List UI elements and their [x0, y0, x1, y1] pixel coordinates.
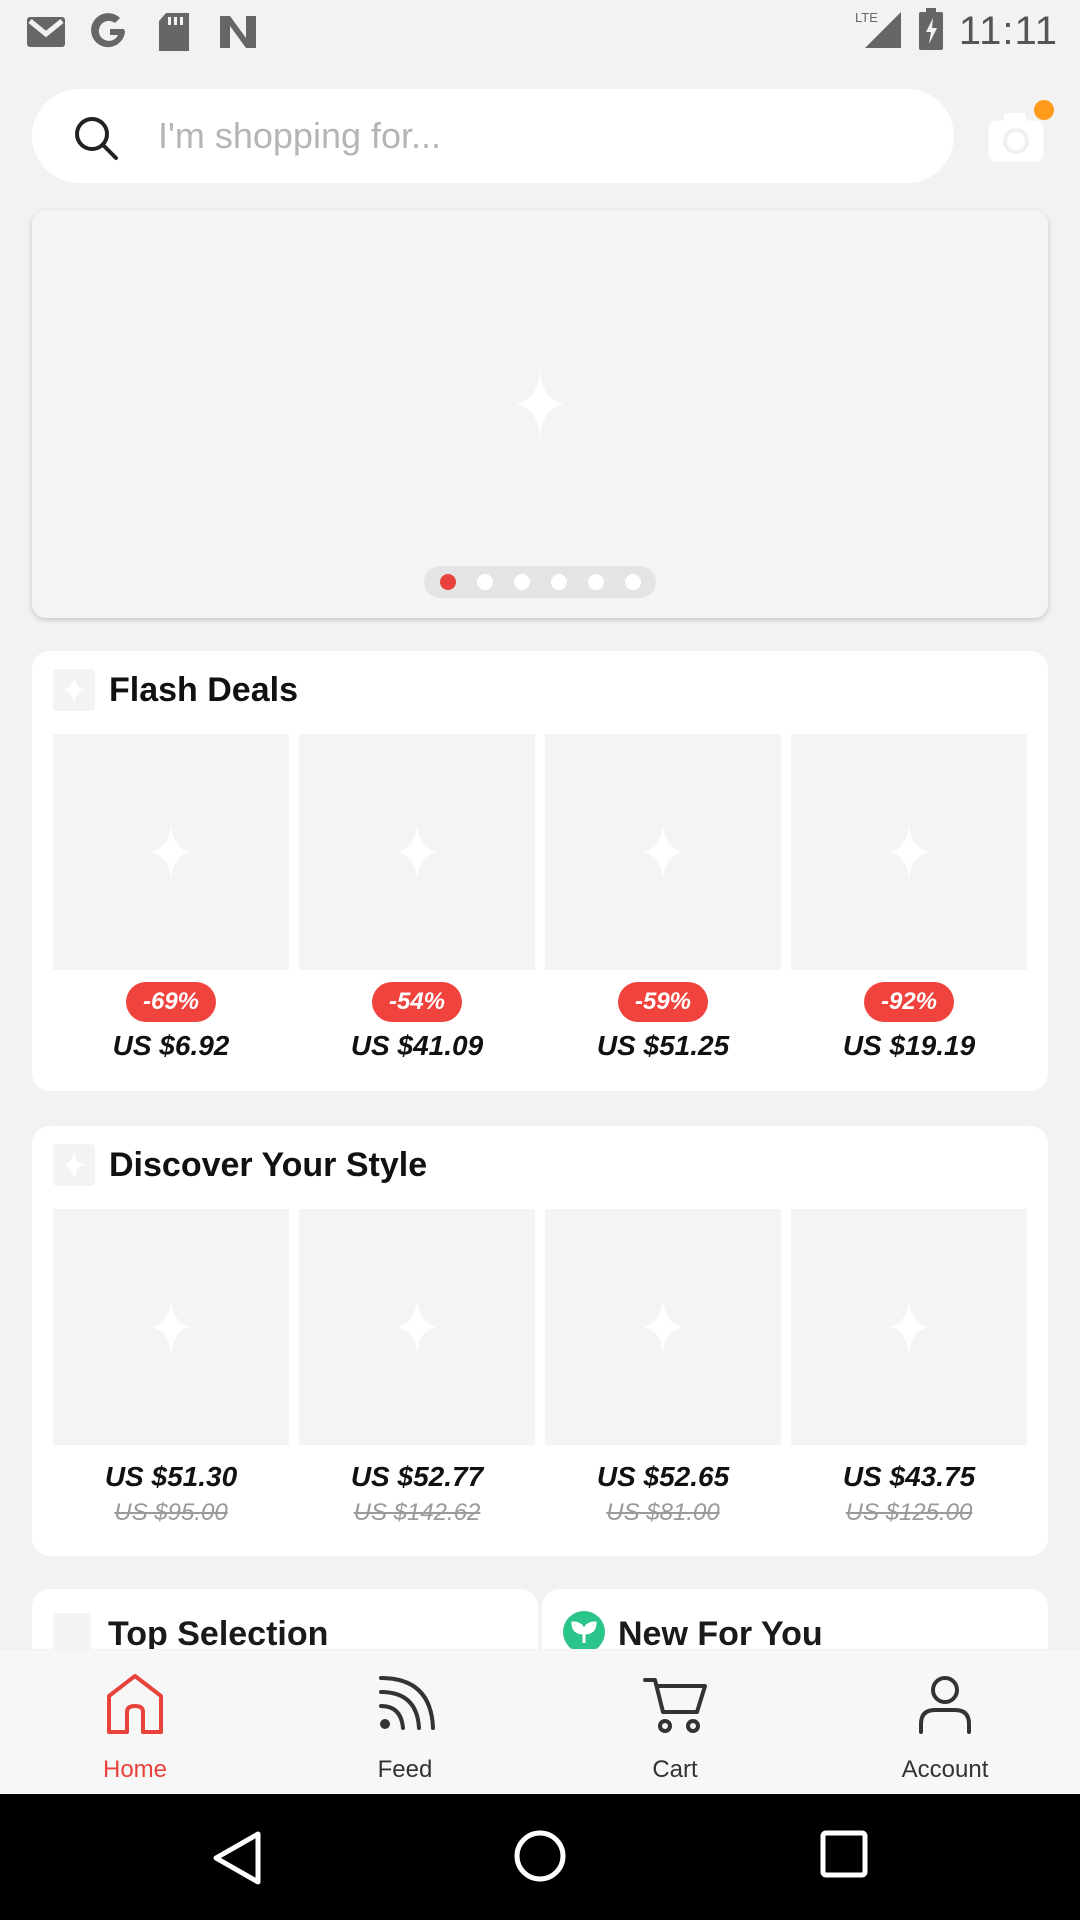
- clock: 11:11: [958, 9, 1058, 53]
- n-app-icon: [218, 12, 258, 52]
- flash-deal-item[interactable]: -54% US $41.09: [299, 734, 535, 1062]
- flash-deals-icon: [53, 669, 95, 711]
- original-price: US $142.62: [353, 1499, 481, 1526]
- discover-style-card: Discover Your Style US $51.30 US $95.00 …: [32, 1126, 1048, 1556]
- nav-account[interactable]: Account: [810, 1650, 1080, 1794]
- discount-badge: -54%: [371, 982, 463, 1022]
- notification-dot: [1034, 100, 1054, 120]
- discover-item[interactable]: US $43.75 US $125.00: [791, 1209, 1027, 1527]
- discover-item[interactable]: US $52.77 US $142.62: [299, 1209, 535, 1527]
- leaf-icon: [563, 1611, 605, 1649]
- discount-badge: -69%: [125, 982, 217, 1022]
- discount-badge: -92%: [863, 982, 955, 1022]
- flash-deals-card: Flash Deals -69% US $6.92 -54% US $41.09…: [32, 651, 1048, 1091]
- camera-icon: [987, 113, 1045, 163]
- bottom-navigation: Home Feed Cart Account: [0, 1650, 1080, 1794]
- page-dot[interactable]: [587, 574, 604, 590]
- promo-banner[interactable]: [32, 210, 1048, 618]
- top-selection-icon: [53, 1613, 91, 1649]
- account-icon: [919, 1676, 971, 1734]
- home-circle-icon[interactable]: [512, 1828, 568, 1884]
- product-image: [791, 734, 1027, 970]
- section-title[interactable]: Discover Your Style: [109, 1146, 427, 1185]
- product-price: US $6.92: [112, 1030, 230, 1061]
- search-input[interactable]: I'm shopping for...: [158, 115, 441, 157]
- page-dot[interactable]: [476, 574, 493, 590]
- feed-icon: [379, 1676, 435, 1730]
- status-bar: LTE 11:11: [0, 0, 1080, 63]
- section-title: Top Selection: [108, 1615, 329, 1649]
- nav-cart[interactable]: Cart: [540, 1650, 810, 1794]
- back-icon[interactable]: [210, 1830, 262, 1886]
- nav-label: Cart: [652, 1756, 698, 1783]
- banner-pagination: [424, 566, 656, 598]
- camera-search-button[interactable]: [986, 100, 1054, 164]
- flash-deal-item[interactable]: -59% US $51.25: [545, 734, 781, 1062]
- discount-badge: -59%: [617, 982, 709, 1022]
- product-price: US $41.09: [350, 1030, 484, 1061]
- section-title[interactable]: Flash Deals: [109, 671, 298, 710]
- system-navigation-bar: [0, 1794, 1080, 1920]
- product-image: [545, 734, 781, 970]
- product-price: US $51.25: [596, 1030, 730, 1061]
- search-bar[interactable]: I'm shopping for...: [32, 89, 954, 183]
- home-icon: [107, 1674, 163, 1734]
- original-price: US $81.00: [606, 1499, 720, 1526]
- discover-item[interactable]: US $51.30 US $95.00: [53, 1209, 289, 1527]
- section-title: New For You: [618, 1615, 823, 1649]
- product-image: [53, 1209, 289, 1445]
- product-image: [53, 734, 289, 970]
- page-dot[interactable]: [550, 574, 567, 590]
- google-icon: [90, 12, 130, 52]
- cart-icon: [643, 1678, 707, 1733]
- nav-label: Home: [102, 1756, 168, 1783]
- signal-icon: LTE: [853, 8, 903, 55]
- product-price: US $51.30: [104, 1461, 238, 1492]
- top-selection-card[interactable]: Top Selection: [32, 1589, 538, 1649]
- nav-feed[interactable]: Feed: [270, 1650, 540, 1794]
- nav-home[interactable]: Home: [0, 1650, 270, 1794]
- recents-icon[interactable]: [820, 1830, 868, 1878]
- page-dot[interactable]: [513, 574, 530, 590]
- product-price: US $43.75: [842, 1461, 976, 1492]
- search-icon: [75, 117, 118, 160]
- sd-card-icon: [154, 12, 194, 52]
- gmail-icon: [26, 12, 66, 52]
- original-price: US $125.00: [845, 1499, 973, 1526]
- discover-item[interactable]: US $52.65 US $81.00: [545, 1209, 781, 1527]
- original-price: US $95.00: [114, 1499, 228, 1526]
- product-image: [299, 1209, 535, 1445]
- discover-style-icon: [53, 1144, 95, 1186]
- nav-label: Account: [901, 1756, 989, 1783]
- flash-deal-item[interactable]: -92% US $19.19: [791, 734, 1027, 1062]
- product-image: [545, 1209, 781, 1445]
- nav-label: Feed: [377, 1756, 433, 1783]
- product-image: [299, 734, 535, 970]
- product-price: US $52.77: [350, 1461, 484, 1492]
- svg-text:LTE: LTE: [855, 10, 878, 25]
- product-image: [791, 1209, 1027, 1445]
- new-for-you-card[interactable]: New For You: [542, 1589, 1048, 1649]
- page-dot[interactable]: [624, 574, 641, 590]
- product-price: US $19.19: [842, 1030, 976, 1061]
- product-price: US $52.65: [596, 1461, 730, 1492]
- flash-deal-item[interactable]: -69% US $6.92: [53, 734, 289, 1062]
- battery-icon: [917, 8, 945, 55]
- page-dot[interactable]: [439, 574, 456, 590]
- placeholder-image-icon: [516, 370, 564, 438]
